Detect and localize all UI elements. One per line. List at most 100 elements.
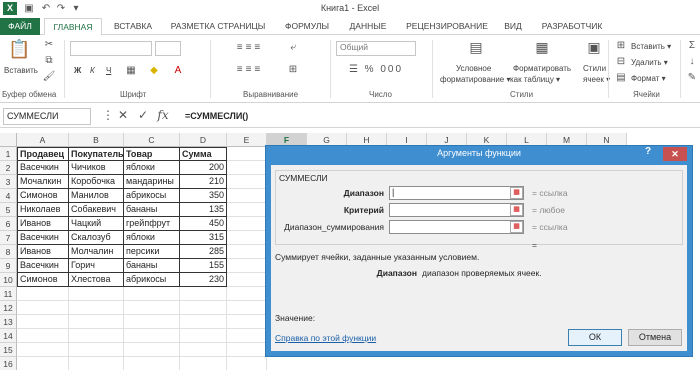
cell[interactable]: 350 <box>180 189 227 203</box>
select-all-corner[interactable] <box>0 133 17 147</box>
ok-button[interactable]: ОК <box>568 329 622 346</box>
cell[interactable] <box>227 217 267 231</box>
cell[interactable] <box>227 301 267 315</box>
cell[interactable] <box>227 357 267 370</box>
conditional-format-icon[interactable]: ▤ <box>466 39 486 56</box>
row-header[interactable]: 7 <box>0 231 17 245</box>
number-format-select[interactable]: Общий <box>336 41 416 56</box>
cell[interactable]: Чацкий <box>69 217 124 231</box>
cell[interactable] <box>180 343 227 357</box>
cell[interactable]: абрикосы <box>124 189 180 203</box>
cell[interactable] <box>227 273 267 287</box>
format-table-icon[interactable]: ▦ <box>532 39 552 56</box>
cell[interactable] <box>180 287 227 301</box>
paste-icon[interactable]: 📋 <box>8 39 30 63</box>
cell[interactable]: персики <box>124 245 180 259</box>
row-header[interactable]: 6 <box>0 217 17 231</box>
borders-icon[interactable]: ▦ <box>125 65 137 76</box>
row-header[interactable]: 9 <box>0 259 17 273</box>
column-header[interactable]: B <box>69 133 124 147</box>
tab-insert[interactable]: ВСТАВКА <box>106 18 160 35</box>
tab-data[interactable]: ДАННЫЕ <box>340 18 396 35</box>
format-table-line2[interactable]: как таблицу ▾ <box>510 75 560 84</box>
number-format-icons[interactable]: ☰ % 000 <box>336 64 416 75</box>
cell[interactable] <box>227 259 267 273</box>
cell[interactable] <box>227 189 267 203</box>
cell[interactable]: 210 <box>180 175 227 189</box>
row-header[interactable]: 11 <box>0 287 17 301</box>
cell[interactable]: грейпфрут <box>124 217 180 231</box>
paste-button[interactable]: Вставить <box>4 66 38 75</box>
cond-format-line2[interactable]: форматирование ▾ <box>440 75 510 84</box>
cell[interactable]: Горич <box>69 259 124 273</box>
cell[interactable]: Скалозуб <box>69 231 124 245</box>
cell[interactable]: Сумма <box>180 147 227 161</box>
cell[interactable]: Васечкин <box>17 161 69 175</box>
tab-developer[interactable]: РАЗРАБОТЧИК <box>530 18 614 35</box>
cell[interactable]: Симонов <box>17 189 69 203</box>
close-button[interactable]: ✕ <box>663 147 687 161</box>
row-header[interactable]: 16 <box>0 357 17 370</box>
row-header[interactable]: 10 <box>0 273 17 287</box>
cell[interactable]: Молчалин <box>69 245 124 259</box>
wrap-text-icon[interactable]: ⤶ <box>287 42 299 53</box>
cell[interactable] <box>124 301 180 315</box>
tab-home[interactable]: ГЛАВНАЯ <box>44 18 102 36</box>
cell[interactable] <box>124 343 180 357</box>
cond-format-line1[interactable]: Условное <box>456 64 491 73</box>
cell[interactable] <box>227 203 267 217</box>
fill-icon[interactable]: ↓ <box>686 56 698 67</box>
cell[interactable] <box>180 315 227 329</box>
help-icon[interactable]: ? <box>645 146 657 157</box>
cell[interactable]: мандарины <box>124 175 180 189</box>
row-header[interactable]: 13 <box>0 315 17 329</box>
cell[interactable]: Симонов <box>17 273 69 287</box>
cell[interactable]: 315 <box>180 231 227 245</box>
column-header[interactable]: E <box>227 133 267 147</box>
row-header[interactable]: 1 <box>0 147 17 161</box>
tab-page-layout[interactable]: РАЗМЕТКА СТРАНИЦЫ <box>162 18 274 35</box>
enter-formula-icon[interactable]: ✓ <box>135 108 151 122</box>
tab-review[interactable]: РЕЦЕНЗИРОВАНИЕ <box>398 18 496 35</box>
cell-styles-line2[interactable]: ячеек ▾ <box>583 75 610 84</box>
cell[interactable]: Хлестова <box>69 273 124 287</box>
cells-insert-button[interactable]: Вставить ▾ <box>631 42 671 51</box>
collapse-dialog-icon[interactable]: ▦ <box>510 204 523 216</box>
fill-color-icon[interactable]: ◆ <box>148 65 160 76</box>
column-header[interactable]: D <box>180 133 227 147</box>
cell[interactable]: Собакевич <box>69 203 124 217</box>
align-top-icons[interactable]: ≡≡≡ <box>220 42 280 53</box>
cell[interactable] <box>227 315 267 329</box>
cell[interactable] <box>124 329 180 343</box>
clear-icon[interactable]: ✎ <box>686 72 698 83</box>
underline-button[interactable]: Ч <box>106 66 111 75</box>
cell[interactable] <box>180 357 227 370</box>
cell[interactable]: 155 <box>180 259 227 273</box>
cell[interactable] <box>17 329 69 343</box>
copy-icon[interactable]: ⧉ <box>42 55 56 66</box>
cancel-button[interactable]: Отмена <box>628 329 682 346</box>
format-painter-icon[interactable]: 🖌 <box>42 71 56 82</box>
row-header[interactable]: 5 <box>0 203 17 217</box>
cell[interactable] <box>227 245 267 259</box>
cell-styles-line1[interactable]: Стили <box>583 64 606 73</box>
cell[interactable] <box>124 315 180 329</box>
cell[interactable]: Манилов <box>69 189 124 203</box>
collapse-dialog-icon[interactable]: ▦ <box>510 187 523 199</box>
collapse-dialog-icon[interactable]: ▦ <box>510 221 523 233</box>
bold-button[interactable]: Ж <box>74 66 81 75</box>
tab-formulas[interactable]: ФОРМУЛЫ <box>276 18 338 35</box>
tab-view[interactable]: ВИД <box>498 18 528 35</box>
cell[interactable] <box>227 231 267 245</box>
cell[interactable] <box>227 287 267 301</box>
merge-center-icon[interactable]: ⊞ <box>287 64 299 75</box>
format-table-line1[interactable]: Форматировать <box>513 64 571 73</box>
row-header[interactable]: 4 <box>0 189 17 203</box>
cell[interactable]: 450 <box>180 217 227 231</box>
cell[interactable]: Коробочка <box>69 175 124 189</box>
cell[interactable]: бананы <box>124 259 180 273</box>
cancel-formula-icon[interactable]: ✕ <box>115 108 131 122</box>
font-size-select[interactable] <box>155 41 181 56</box>
cell[interactable]: 135 <box>180 203 227 217</box>
row-header[interactable]: 14 <box>0 329 17 343</box>
